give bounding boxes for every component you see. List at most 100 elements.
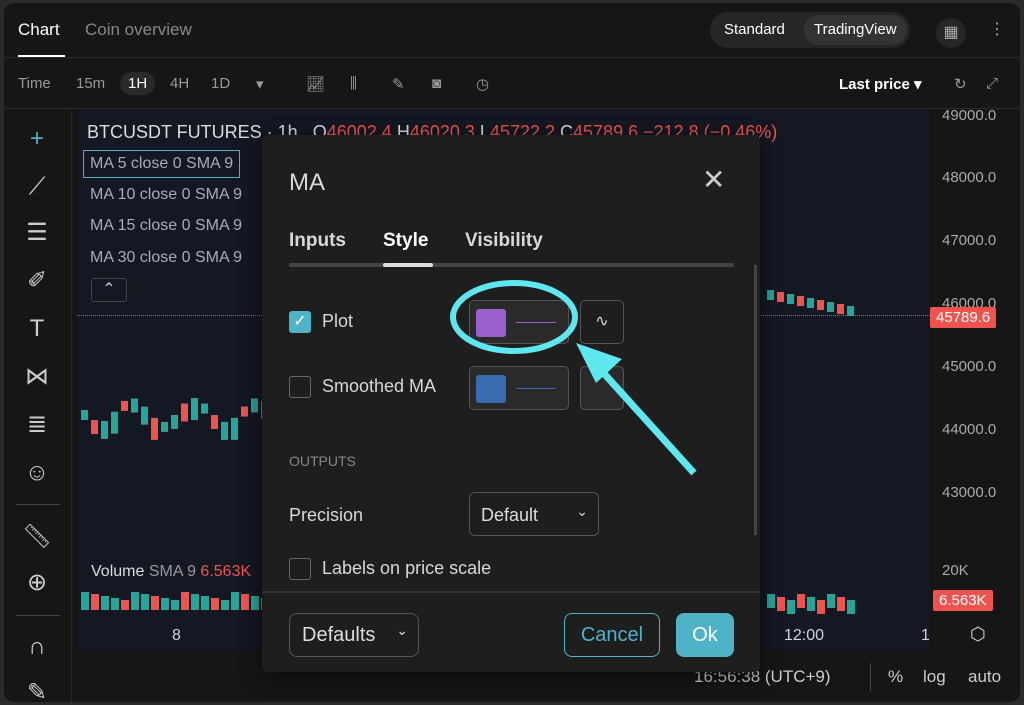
refresh-icon[interactable]: ↻: [954, 75, 967, 93]
crosshair-icon[interactable]: +: [20, 122, 54, 156]
outputs-header: OUTPUTS: [289, 453, 356, 469]
fib-icon[interactable]: ≣: [20, 408, 54, 442]
tab-style[interactable]: Style: [383, 230, 428, 252]
zoom-in-icon[interactable]: ⊕: [20, 566, 54, 600]
smoothed-ma-checkbox[interactable]: [289, 376, 311, 398]
magnet-icon[interactable]: ∩: [20, 630, 54, 664]
interval-1h[interactable]: 1H: [120, 72, 156, 95]
emoji-icon[interactable]: ☺: [20, 456, 54, 490]
settings-icon[interactable]: ⬡: [970, 624, 986, 645]
cancel-button[interactable]: Cancel: [564, 613, 660, 657]
labels-scale-checkbox[interactable]: [289, 558, 311, 580]
brush-icon[interactable]: ✐: [20, 264, 54, 298]
percent-toggle[interactable]: %: [888, 667, 903, 687]
line-style-button[interactable]: ∿: [580, 300, 624, 344]
chevron-down-icon: ⌄: [396, 622, 408, 638]
pattern-icon[interactable]: ⋈: [20, 360, 54, 394]
volume-bar: [171, 600, 179, 610]
more-icon[interactable]: ⋮: [989, 19, 1005, 39]
camera-icon[interactable]: ◙: [432, 75, 441, 92]
auto-toggle[interactable]: auto: [968, 667, 1001, 687]
tab-inputs[interactable]: Inputs: [289, 230, 346, 252]
smoothed-line-style-button[interactable]: [580, 366, 624, 410]
trendline-icon[interactable]: ⟋: [20, 170, 54, 204]
price-type-label: Last price: [839, 76, 910, 93]
candle: [767, 290, 774, 300]
fullscreen-icon[interactable]: ⤢: [986, 75, 998, 92]
smoothed-ma-label: Smoothed MA: [322, 376, 437, 396]
top-bar: Chart Coin overview Standard TradingView…: [4, 3, 1020, 58]
color-chip: [476, 309, 506, 337]
volume-bar: [101, 596, 109, 610]
candle: [191, 398, 198, 421]
drawing-toolbar: + ⟋ ☰ ✐ T ⋈ ≣ ☺ 📏︎ ⊕ ∩ ✎: [4, 110, 72, 702]
view-mode-toggle: Standard TradingView: [710, 12, 910, 48]
volume-bar: [151, 596, 159, 610]
indicator-ma30[interactable]: MA 30 close 0 SMA 9: [90, 249, 242, 267]
volume-bar: [241, 594, 249, 610]
candle: [221, 421, 228, 440]
candle: [797, 296, 804, 306]
defaults-dropdown[interactable]: Defaults ⌄: [289, 613, 419, 657]
candle: [151, 417, 158, 440]
candle: [81, 410, 88, 420]
interval-15m[interactable]: 15m: [76, 75, 105, 92]
active-tab-indicator: [383, 263, 433, 267]
tab-visibility[interactable]: Visibility: [465, 230, 543, 252]
price-tick: 44000.0: [942, 421, 997, 438]
candle: [827, 302, 834, 312]
price-scale[interactable]: 49000.0 48000.0 47000.0 46000.0 45000.0 …: [930, 107, 1020, 650]
lock-drawing-icon[interactable]: ✎: [20, 676, 54, 702]
candle: [231, 417, 238, 440]
plot-checkbox[interactable]: ✓: [289, 311, 311, 333]
view-standard[interactable]: Standard: [724, 21, 785, 38]
price-tick: 43000.0: [942, 484, 997, 501]
tab-chart[interactable]: Chart: [18, 20, 60, 40]
interval-4h[interactable]: 4H: [170, 75, 189, 92]
log-toggle[interactable]: log: [923, 667, 946, 687]
smoothed-color-swatch[interactable]: [469, 366, 569, 410]
time-tick-12: 12:00: [784, 627, 825, 644]
price-tick: 47000.0: [942, 232, 997, 249]
volume-bar: [211, 598, 219, 610]
candle: [91, 420, 98, 435]
pencil-icon[interactable]: ✎: [392, 75, 405, 93]
candle-type-icon[interactable]: ⫼: [350, 75, 357, 92]
indicator-ma15[interactable]: MA 15 close 0 SMA 9: [90, 217, 242, 235]
volume-bar: [837, 597, 845, 611]
defaults-label: Defaults: [302, 624, 376, 646]
collapse-legend-button[interactable]: ⌃: [91, 278, 127, 302]
ruler-icon[interactable]: 📏︎: [20, 520, 54, 554]
horizontal-lines-icon[interactable]: ☰: [20, 216, 54, 250]
volume-bar: [827, 594, 835, 608]
close-icon[interactable]: ✕: [702, 163, 725, 196]
indicator-ma10[interactable]: MA 10 close 0 SMA 9: [90, 186, 242, 204]
scrollbar[interactable]: [754, 265, 757, 535]
more-intervals-icon[interactable]: ▾: [256, 75, 264, 93]
candle: [807, 298, 814, 308]
plot-color-swatch[interactable]: [469, 300, 569, 344]
volume-bar: [111, 598, 119, 610]
volume-bar: [847, 600, 855, 614]
alarm-icon[interactable]: ◷: [476, 75, 489, 93]
volume-sma: SMA 9: [148, 563, 196, 580]
time-label[interactable]: Time: [18, 75, 51, 92]
view-tradingview[interactable]: TradingView: [804, 15, 907, 45]
interval-1d[interactable]: 1D: [211, 75, 230, 92]
line-sample: [516, 388, 556, 389]
divider: [16, 504, 60, 505]
tab-coin-overview[interactable]: Coin overview: [85, 20, 192, 40]
price-tick: 49000.0: [942, 107, 997, 124]
volume-bar: [121, 600, 129, 610]
ok-button[interactable]: Ok: [676, 613, 734, 657]
indicator-ma5[interactable]: MA 5 close 0 SMA 9: [83, 150, 241, 178]
price-type-dropdown[interactable]: Last price ▾: [839, 75, 922, 93]
volume-bar: [81, 592, 89, 610]
grid-icon[interactable]: ▦: [936, 18, 966, 48]
volume-bar: [817, 600, 825, 614]
indicator-icon[interactable]: 📈︎: [306, 75, 325, 93]
volume-value: 6.563K: [200, 563, 252, 580]
text-icon[interactable]: T: [20, 312, 54, 346]
precision-select[interactable]: Default ⌄: [469, 492, 599, 536]
divider: [262, 591, 760, 593]
